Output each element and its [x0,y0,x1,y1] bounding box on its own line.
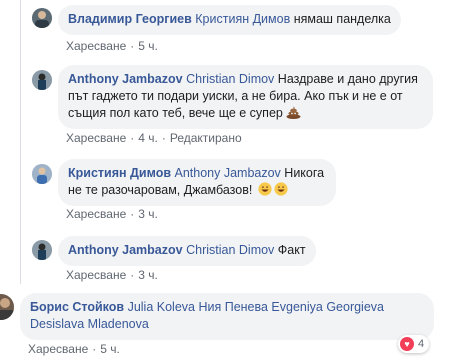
comment-bubble: Anthony Jambazov Christian Dimov Наздрав… [58,65,433,129]
comment-author[interactable]: Владимир Георгиев [68,12,192,26]
timestamp[interactable]: 3 ч. [138,207,158,221]
avatar[interactable] [32,164,52,184]
timestamp[interactable]: 3 ч. [138,268,158,282]
timestamp[interactable]: 4 ч. [138,131,158,145]
comment-author[interactable]: Anthony Jambazov [68,72,183,86]
edited-label[interactable]: Редактирано [170,131,242,145]
comment-bubble: Борис Стойков Julia Koleva Ния Пенева Ev… [20,293,434,340]
like-button[interactable]: Харесване [66,268,126,282]
comment-actions: Харесване · 5 ч. [66,39,158,53]
tagged-user[interactable]: Кристиян Димов [195,12,290,26]
comment-author[interactable]: Кристиян Димов [68,166,171,180]
grinning-sweat-emoji [274,182,288,196]
poop-emoji [286,106,301,119]
like-button[interactable]: Харесване [28,342,88,356]
comment-actions: Харесване · 4 ч. · Редактирано [66,131,242,145]
avatar[interactable] [32,8,52,28]
grinning-sweat-emoji [258,182,272,196]
tagged-user[interactable]: Christian Dimov [186,72,274,86]
reaction-count: 4 [418,338,425,350]
comment-bubble: Владимир Георгиев Кристиян Димов нямаш п… [58,5,401,35]
avatar[interactable] [0,294,14,320]
comment-text: Факт [277,243,306,257]
comment-actions: Харесване · 3 ч. [66,207,158,221]
tagged-user[interactable]: Christian Dimov [186,243,274,257]
love-reaction-icon: ♥ [400,337,414,351]
comment-bubble: Anthony Jambazov Christian Dimov Факт [58,236,316,266]
like-button[interactable]: Харесване [66,131,126,145]
timestamp[interactable]: 5 ч. [100,342,120,356]
comment-text: нямаш панделка [293,12,391,26]
comment-bubble: Кристиян Димов Anthony Jambazov Никога н… [58,159,336,206]
comment-author[interactable]: Anthony Jambazov [68,243,183,257]
like-button[interactable]: Харесване [66,39,126,53]
avatar[interactable] [32,240,52,260]
tagged-user[interactable]: Anthony Jambazov [175,166,281,180]
comment-author[interactable]: Борис Стойков [30,300,124,314]
comment-actions: Харесване · 5 ч. [28,342,120,356]
avatar[interactable] [32,70,52,90]
reaction-count-badge[interactable]: ♥ 4 [398,335,430,353]
comment-actions: Харесване · 3 ч. [66,268,158,282]
like-button[interactable]: Харесване [66,207,126,221]
reply-thread-line [20,0,21,284]
timestamp[interactable]: 5 ч. [138,39,158,53]
